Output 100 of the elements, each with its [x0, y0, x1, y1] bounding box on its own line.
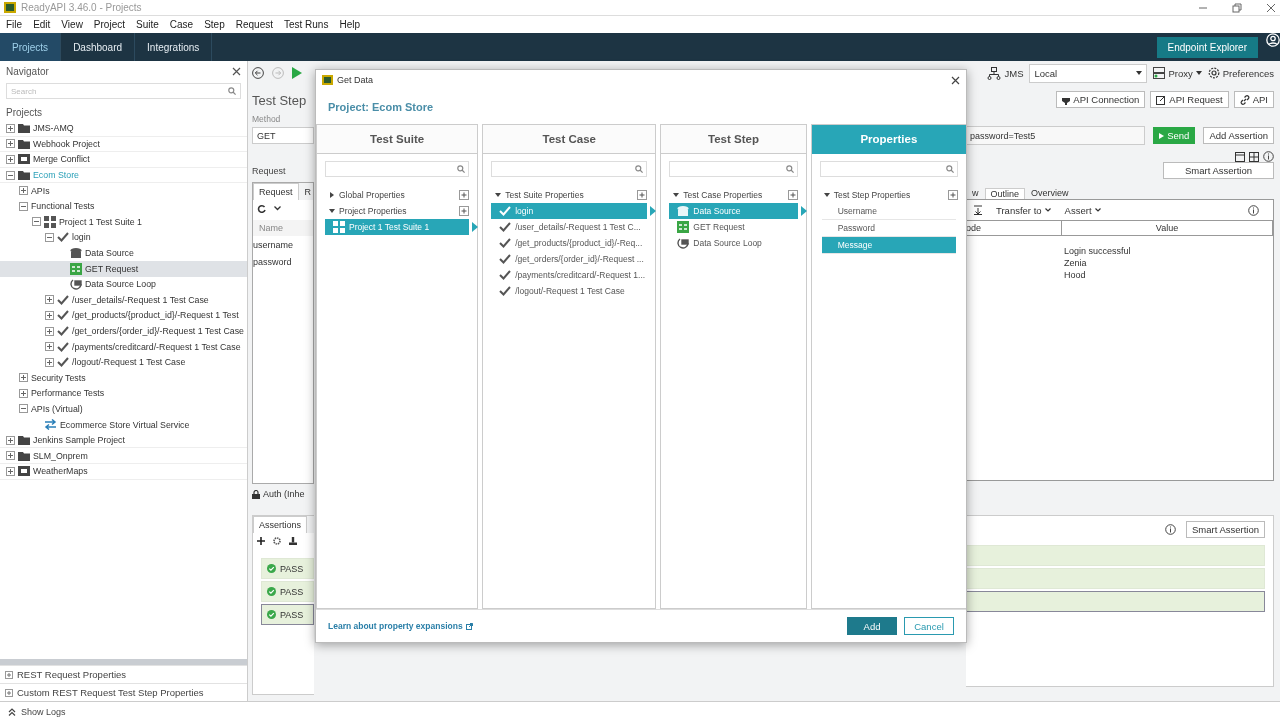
disclosure-triangle-icon[interactable] — [329, 192, 335, 198]
tree-item[interactable]: login — [0, 230, 247, 246]
collapse-icon[interactable] — [45, 232, 54, 242]
tree-item[interactable]: Ecommerce Store Virtual Service — [0, 417, 247, 433]
assertion-result[interactable]: PASS — [261, 604, 314, 625]
tab[interactable]: Request — [253, 183, 299, 200]
endpoint-explorer-button[interactable]: Endpoint Explorer — [1156, 36, 1258, 58]
expand-icon[interactable] — [6, 155, 15, 164]
create-button[interactable]: API Request — [1150, 91, 1229, 108]
expand-icon[interactable] — [6, 435, 15, 445]
list-item[interactable]: /payments/creditcard/-Request 1... — [491, 267, 648, 283]
menu-item[interactable]: Step — [204, 19, 225, 30]
tree-item[interactable]: Data Source — [0, 245, 247, 262]
search-field[interactable] — [491, 161, 648, 177]
menu-item[interactable]: View — [61, 19, 83, 30]
tab[interactable]: R — [298, 183, 318, 200]
expand-icon[interactable] — [19, 373, 28, 383]
tree-item[interactable]: Project 1 Test Suite 1 — [0, 214, 247, 231]
tree-item[interactable]: APIs (Virtual) — [0, 401, 247, 418]
list-item[interactable]: /user_details/-Request 1 Test C... — [491, 219, 648, 235]
tree-item[interactable]: Jenkins Sample Project — [0, 432, 247, 449]
tab[interactable]: Overview — [1025, 187, 1075, 199]
menu-item[interactable]: Test Runs — [283, 19, 329, 30]
collapse-icon[interactable] — [19, 404, 28, 414]
collapse-icon[interactable] — [19, 201, 28, 211]
menu-item[interactable]: Edit — [33, 19, 51, 30]
scrollbar[interactable] — [0, 659, 247, 665]
tree-item[interactable]: JMS-AMQ — [0, 121, 247, 137]
expand-icon[interactable] — [6, 451, 15, 461]
tab[interactable]: Assertions — [253, 516, 308, 533]
disclosure-triangle-icon[interactable] — [329, 208, 335, 214]
tree-item[interactable]: Functional Tests — [0, 198, 247, 215]
help-link[interactable]: Learn about property expansions — [328, 621, 473, 631]
tree-item[interactable]: Merge Conflict — [0, 152, 247, 168]
tab[interactable]: w — [966, 187, 985, 199]
tree-item[interactable]: GET Request — [0, 261, 247, 277]
transfer-dropdown[interactable]: Transfer to — [996, 204, 1051, 216]
menu-item[interactable]: Request — [235, 19, 273, 30]
url-field[interactable]: password=Test5 — [966, 126, 1146, 145]
show-logs-button[interactable]: Show Logs — [0, 701, 1280, 720]
menu-item[interactable]: Case — [169, 19, 194, 30]
tree-item[interactable]: Webhook Project — [0, 136, 247, 153]
expand-icon[interactable] — [45, 342, 54, 352]
expand-icon[interactable] — [45, 357, 54, 367]
list-item[interactable]: /get_products/{product_id}/-Req... — [491, 235, 648, 251]
menu-item[interactable]: Project — [93, 19, 125, 30]
proxy-button[interactable]: Proxy — [1153, 67, 1202, 79]
expand-icon[interactable] — [6, 139, 15, 149]
add-assertion-button[interactable]: Add Assertion — [1203, 127, 1274, 144]
assert-dropdown[interactable]: Assert — [1064, 204, 1101, 216]
list-item[interactable]: Data Source Loop — [669, 235, 798, 251]
disclosure-triangle-icon[interactable] — [823, 192, 830, 198]
disclosure-triangle-icon[interactable] — [673, 192, 680, 198]
search-field[interactable] — [325, 161, 470, 177]
tree-item[interactable]: WeatherMaps — [0, 464, 247, 480]
nav-tab[interactable]: Projects — [0, 33, 62, 61]
environment-dropdown[interactable]: Local — [1029, 63, 1148, 83]
expand-icon[interactable] — [45, 310, 54, 320]
tree-item[interactable]: Security Tests — [0, 370, 247, 387]
menu-item[interactable]: Help — [339, 19, 360, 30]
method-field[interactable]: GET — [252, 127, 314, 144]
tree-item[interactable]: Data Source Loop — [0, 276, 247, 293]
collapse-icon[interactable] — [6, 170, 15, 180]
list-item[interactable]: /get_orders/{order_id}/-Request ... — [491, 251, 648, 267]
auth-tab[interactable]: Auth (Inhe — [252, 487, 314, 501]
tree-item[interactable]: /user_details/-Request 1 Test Case — [0, 292, 247, 309]
jms-button[interactable]: JMS — [987, 66, 1024, 80]
expand-icon[interactable] — [45, 295, 54, 305]
menu-item[interactable]: File — [6, 19, 23, 30]
expand-icon[interactable] — [45, 326, 54, 336]
tree-item[interactable]: /get_orders/{order_id}/-Request 1 Test Case — [0, 323, 247, 340]
expand-icon[interactable] — [6, 123, 15, 133]
search-field[interactable] — [669, 161, 798, 177]
create-button[interactable]: API Connection — [1056, 91, 1146, 108]
preferences-button[interactable]: Preferences — [1207, 67, 1274, 79]
list-item[interactable]: GET Request — [669, 219, 798, 235]
smart-assertion-button[interactable]: Smart Assertion — [1163, 162, 1274, 179]
disclosure-triangle-icon[interactable] — [495, 192, 502, 198]
expand-icon[interactable] — [19, 186, 28, 196]
properties-section[interactable]: REST Request Properties — [0, 665, 247, 683]
smart-assertion-button[interactable]: Smart Assertion — [1185, 520, 1265, 538]
list-item[interactable]: /logout/-Request 1 Test Case — [491, 283, 648, 299]
create-button[interactable]: API — [1233, 91, 1274, 108]
cancel-button[interactable]: Cancel — [904, 617, 954, 635]
tree-item[interactable]: SLM_Onprem — [0, 448, 247, 465]
assertion-row[interactable] — [966, 591, 1265, 612]
add-button[interactable]: Add — [847, 617, 897, 635]
property-item[interactable]: Username — [821, 203, 956, 220]
tree-item[interactable]: /get_products/{product_id}/-Request 1 Test — [0, 308, 247, 324]
tree-item[interactable]: APIs — [0, 183, 247, 199]
menu-item[interactable]: Suite — [136, 19, 159, 30]
tree-item[interactable]: Performance Tests — [0, 386, 247, 402]
tree-item[interactable]: /logout/-Request 1 Test Case — [0, 354, 247, 371]
expand-icon[interactable] — [19, 388, 28, 398]
expand-icon[interactable] — [6, 466, 15, 476]
assertion-result[interactable]: PASS — [261, 558, 314, 579]
collapse-icon[interactable] — [32, 217, 41, 227]
tree-item[interactable]: /payments/creditcard/-Request 1 Test Case — [0, 339, 247, 355]
assertion-result[interactable]: PASS — [261, 581, 314, 602]
search-field[interactable] — [819, 161, 958, 177]
